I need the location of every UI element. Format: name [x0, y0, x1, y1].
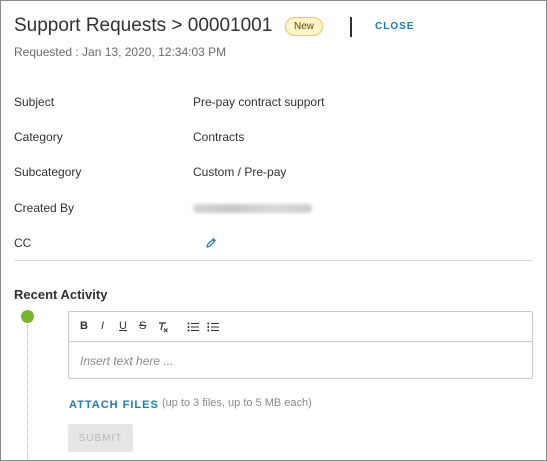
timeline-dot: [21, 310, 34, 323]
requested-timestamp: Requested : Jan 13, 2020, 12:34:03 PM: [14, 45, 227, 59]
support-request-panel: Support Requests > 00001001 New CLOSE Re…: [0, 0, 547, 461]
bold-button[interactable]: B: [80, 320, 88, 332]
attach-files-link[interactable]: ATTACH FILES: [69, 399, 159, 411]
close-link[interactable]: CLOSE: [375, 21, 414, 32]
comment-input[interactable]: [69, 343, 532, 378]
comment-editor: B I U S: [68, 311, 533, 379]
attach-files-hint: (up to 3 files, up to 5 MB each): [162, 397, 312, 409]
detail-row-created-by: Created By: [14, 201, 534, 219]
subcategory-label: Subcategory: [14, 165, 82, 179]
status-badge: New: [285, 17, 324, 36]
detail-row-category: Category Contracts: [14, 130, 534, 148]
recent-activity-title: Recent Activity: [14, 287, 108, 302]
details-divider: [14, 260, 533, 261]
subcategory-value: Custom / Pre-pay: [193, 165, 287, 179]
subject-value: Pre-pay contract support: [193, 95, 325, 109]
submit-button[interactable]: SUBMIT: [68, 424, 133, 452]
strikethrough-button[interactable]: S: [139, 320, 146, 332]
numbered-list-icon[interactable]: [207, 321, 219, 333]
category-value: Contracts: [193, 130, 245, 144]
cc-label: CC: [14, 236, 32, 250]
pencil-icon[interactable]: [204, 236, 218, 250]
created-by-value-redacted: [193, 204, 312, 213]
created-by-label: Created By: [14, 201, 75, 215]
italic-button[interactable]: I: [101, 320, 104, 332]
subject-label: Subject: [14, 95, 55, 109]
editor-toolbar: B I U S: [69, 312, 532, 342]
category-label: Category: [14, 130, 63, 144]
bulleted-list-icon[interactable]: [187, 321, 199, 333]
header-divider: [350, 17, 352, 37]
underline-button[interactable]: U: [119, 320, 127, 332]
detail-row-subject: Subject Pre-pay contract support: [14, 95, 534, 113]
page-title: Support Requests > 00001001: [14, 15, 273, 36]
detail-row-cc: CC: [14, 236, 534, 254]
clear-format-icon[interactable]: [157, 321, 169, 333]
timeline-line: [27, 324, 28, 460]
detail-row-subcategory: Subcategory Custom / Pre-pay: [14, 165, 534, 183]
